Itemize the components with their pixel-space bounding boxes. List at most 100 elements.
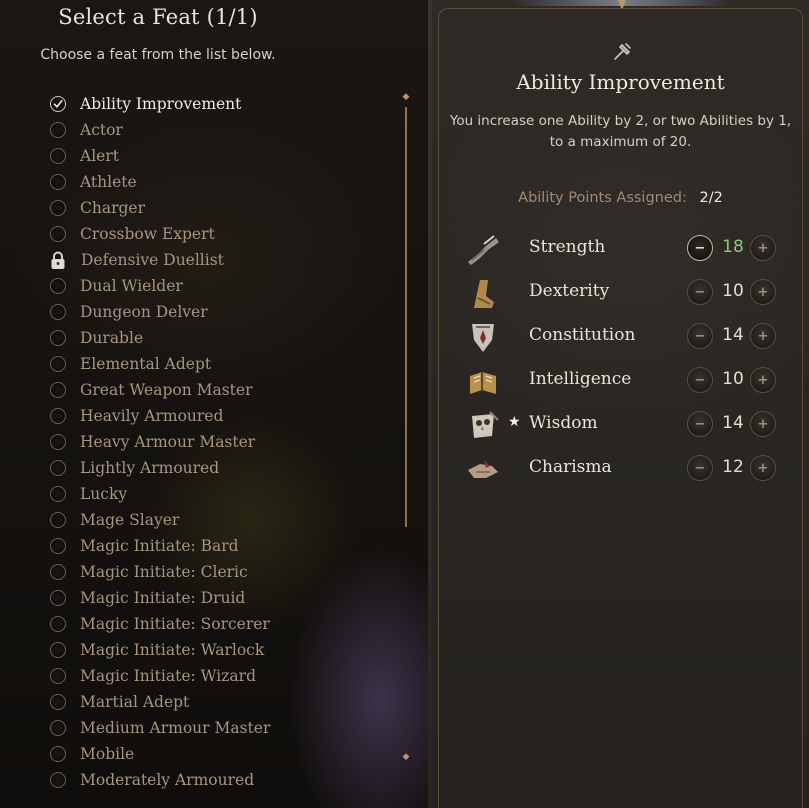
radio-button[interactable] (50, 460, 66, 476)
feat-item-label: Magic Initiate: Wizard (80, 667, 256, 685)
feat-item[interactable]: Elemental Adept (47, 351, 377, 377)
feat-item[interactable]: Ability Improvement (47, 91, 377, 117)
radio-button[interactable] (50, 226, 66, 242)
feat-item-label: Lucky (80, 485, 128, 503)
radio-button[interactable] (50, 278, 66, 294)
decrease-strength-button[interactable]: − (687, 235, 713, 261)
radio-button[interactable] (50, 356, 66, 372)
feat-item-label: Elemental Adept (80, 355, 212, 373)
feat-item[interactable]: Lucky (47, 481, 377, 507)
radio-button[interactable] (50, 538, 66, 554)
wisdom-owl-icon (464, 408, 502, 444)
feat-item[interactable]: Magic Initiate: Bard (47, 533, 377, 559)
decrease-wisdom-button[interactable]: − (687, 411, 713, 437)
increase-dexterity-button[interactable]: + (750, 279, 776, 305)
minus-icon: − (694, 328, 706, 344)
ability-value: 14 (722, 413, 744, 433)
feat-item[interactable]: Mage Slayer (47, 507, 377, 533)
feat-item[interactable]: Alert (47, 143, 377, 169)
feat-item-label: Great Weapon Master (80, 381, 253, 399)
increase-charisma-button[interactable]: + (750, 455, 776, 481)
feat-item[interactable]: Athlete (47, 169, 377, 195)
increase-wisdom-button[interactable]: + (750, 411, 776, 437)
radio-button[interactable] (50, 720, 66, 736)
feat-item[interactable]: Heavy Armour Master (47, 429, 377, 455)
feat-detail-panel: Ability Improvement You increase one Abi… (432, 0, 809, 808)
feat-item-label: Defensive Duellist (81, 251, 224, 269)
feat-item-label: Alert (80, 147, 119, 165)
radio-button[interactable] (50, 616, 66, 632)
feat-item[interactable]: Dual Wielder (47, 273, 377, 299)
feat-item-label: Actor (80, 121, 123, 139)
feat-item-label: Medium Armour Master (80, 719, 271, 737)
radio-checked-icon[interactable] (50, 96, 66, 112)
scroll-down-icon[interactable]: ◆ (401, 752, 411, 762)
decrease-intelligence-button[interactable]: − (687, 367, 713, 393)
radio-button[interactable] (50, 200, 66, 216)
radio-button[interactable] (50, 304, 66, 320)
feat-list-scrollbar[interactable] (403, 101, 409, 527)
scrollbar-thumb[interactable] (405, 107, 407, 527)
decrease-dexterity-button[interactable]: − (687, 279, 713, 305)
feat-item[interactable]: Magic Initiate: Sorcerer (47, 611, 377, 637)
radio-button[interactable] (50, 148, 66, 164)
feat-item[interactable]: Great Weapon Master (47, 377, 377, 403)
strength-arm-icon (464, 232, 502, 268)
ability-name: Constitution (529, 325, 636, 345)
feat-item[interactable]: Moderately Armoured (47, 767, 377, 793)
feat-item[interactable]: Durable (47, 325, 377, 351)
radio-button[interactable] (50, 408, 66, 424)
radio-button[interactable] (50, 746, 66, 762)
radio-button[interactable] (50, 434, 66, 450)
feat-panel-title: Select a Feat (1/1) (58, 5, 258, 29)
radio-button[interactable] (50, 668, 66, 684)
increase-strength-button[interactable]: + (750, 235, 776, 261)
increase-constitution-button[interactable]: + (750, 323, 776, 349)
radio-button[interactable] (50, 174, 66, 190)
feat-item[interactable]: Magic Initiate: Cleric (47, 559, 377, 585)
minus-icon: − (694, 240, 706, 256)
plus-icon: + (757, 240, 769, 256)
feat-item[interactable]: Dungeon Delver (47, 299, 377, 325)
feat-item-label: Heavily Armoured (80, 407, 224, 425)
feat-item-label: Magic Initiate: Bard (80, 537, 239, 555)
radio-button[interactable] (50, 486, 66, 502)
feat-item[interactable]: Medium Armour Master (47, 715, 377, 741)
radio-button[interactable] (50, 382, 66, 398)
ability-row-strength: Strength −18 + (432, 230, 809, 270)
feat-detail-description: You increase one Ability by 2, or two Ab… (449, 113, 792, 150)
feat-item[interactable]: Heavily Armoured (47, 403, 377, 429)
feat-panel-subtitle: Choose a feat from the list below. (40, 47, 276, 63)
decrease-constitution-button[interactable]: − (687, 323, 713, 349)
feat-item[interactable]: Magic Initiate: Druid (47, 585, 377, 611)
radio-button[interactable] (50, 590, 66, 606)
feat-item[interactable]: Lightly Armoured (47, 455, 377, 481)
feat-item[interactable]: Crossbow Expert (47, 221, 377, 247)
ability-points-value: 2/2 (699, 190, 723, 206)
feat-item[interactable]: Magic Initiate: Wizard (47, 663, 377, 689)
feat-item[interactable]: Charger (47, 195, 377, 221)
feat-item[interactable]: Magic Initiate: Warlock (47, 637, 377, 663)
ability-row-intelligence: Intelligence −10 + (432, 362, 809, 402)
radio-button[interactable] (50, 122, 66, 138)
decrease-charisma-button[interactable]: − (687, 455, 713, 481)
hammer-icon (614, 43, 631, 60)
radio-button[interactable] (50, 330, 66, 346)
feat-item[interactable]: Actor (47, 117, 377, 143)
feat-item-label: Durable (80, 329, 144, 347)
feat-item[interactable]: Martial Adept (47, 689, 377, 715)
ability-name: Intelligence (529, 369, 632, 389)
feat-item-label: Dual Wielder (80, 277, 183, 295)
radio-button[interactable] (50, 772, 66, 788)
constitution-shield-icon (464, 320, 502, 356)
radio-button[interactable] (50, 512, 66, 528)
radio-button[interactable] (50, 564, 66, 580)
radio-button[interactable] (50, 642, 66, 658)
increase-intelligence-button[interactable]: + (750, 367, 776, 393)
plus-icon: + (757, 284, 769, 300)
feat-item[interactable]: Mobile (47, 741, 377, 767)
radio-button[interactable] (50, 694, 66, 710)
feat-item[interactable]: Defensive Duellist (47, 247, 377, 273)
feat-item-label: Charger (80, 199, 145, 217)
intelligence-book-icon (464, 364, 502, 400)
